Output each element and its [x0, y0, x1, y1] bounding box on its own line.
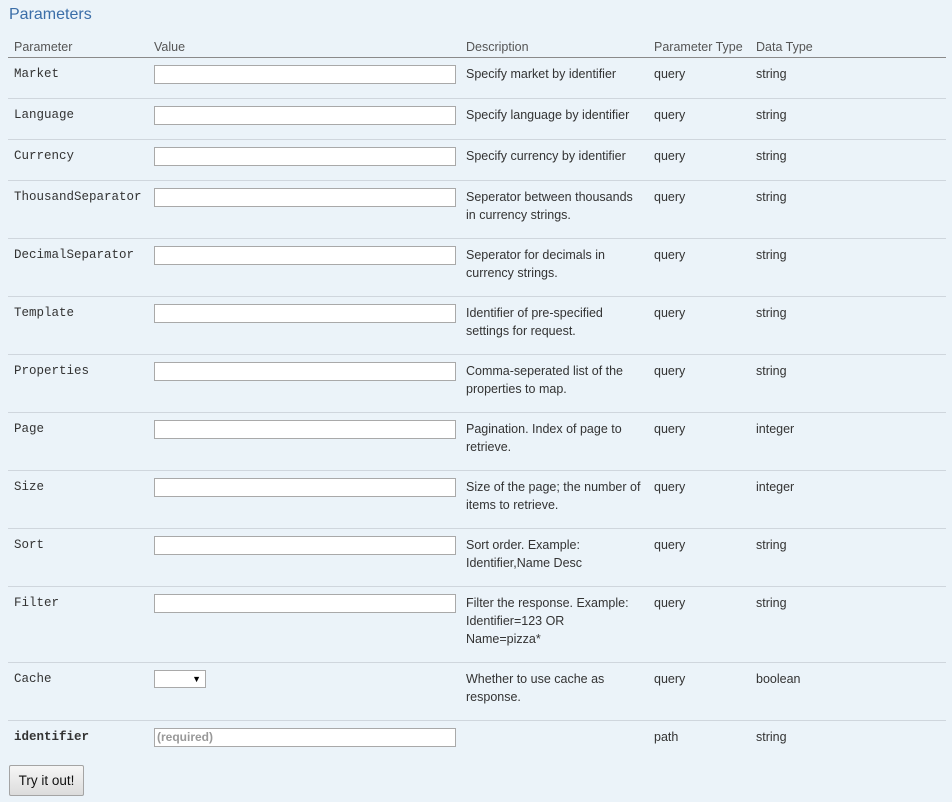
- param-row-page: Page Pagination. Index of page to retrie…: [8, 412, 946, 471]
- param-data-type: string: [750, 98, 946, 140]
- param-name: ThousandSeparator: [8, 180, 148, 239]
- page-input[interactable]: [154, 419, 456, 439]
- param-data-type: string: [750, 296, 946, 355]
- param-description: Specify market by identifier: [460, 57, 648, 99]
- param-row-filter: Filter Filter the response. Example: Ide…: [8, 586, 946, 663]
- identifier-input[interactable]: [154, 727, 456, 747]
- param-name: Properties: [8, 354, 148, 413]
- header-parameter: Parameter: [8, 28, 148, 58]
- param-type: path: [654, 729, 679, 744]
- cache-select[interactable]: ▼: [154, 669, 206, 688]
- properties-input[interactable]: [154, 361, 456, 381]
- param-description: Size of the page; the number of items to…: [460, 470, 648, 529]
- param-type: query: [648, 412, 750, 471]
- param-description: Comma-seperated list of the properties t…: [460, 354, 648, 413]
- param-description: Pagination. Index of page to retrieve.: [460, 412, 648, 471]
- param-row-template: Template Identifier of pre-specified set…: [8, 296, 946, 355]
- param-description: Seperator between thousands in currency …: [460, 180, 648, 239]
- thousand-separator-input[interactable]: [154, 187, 456, 207]
- param-type: query: [648, 139, 750, 181]
- param-row-cache: Cache ▼ Whether to use cache as response…: [8, 662, 946, 721]
- param-name: DecimalSeparator: [8, 238, 148, 297]
- header-data-type: Data Type: [750, 28, 946, 58]
- param-description: Whether to use cache as response.: [460, 662, 648, 721]
- param-name: Filter: [8, 586, 148, 663]
- param-row-properties: Properties Comma-seperated list of the p…: [8, 354, 946, 413]
- param-description: Filter the response. Example: Identifier…: [460, 586, 648, 663]
- param-row-sort: Sort Sort order. Example: Identifier,Nam…: [8, 528, 946, 587]
- param-data-type: string: [750, 586, 946, 663]
- param-row-language: Language Specify language by identifier …: [8, 98, 946, 140]
- param-name: Cache: [8, 662, 148, 721]
- param-type: query: [648, 238, 750, 297]
- param-data-type: string: [750, 238, 946, 297]
- param-description: Specify currency by identifier: [460, 139, 648, 181]
- param-name: Template: [8, 296, 148, 355]
- param-data-type: string: [750, 528, 946, 587]
- param-type: query: [648, 470, 750, 529]
- size-input[interactable]: [154, 477, 456, 497]
- param-type: query: [648, 180, 750, 239]
- language-input[interactable]: [154, 105, 456, 125]
- currency-input[interactable]: [154, 146, 456, 166]
- param-name: Language: [8, 98, 148, 140]
- param-type: query: [648, 354, 750, 413]
- header-value: Value: [148, 28, 460, 58]
- param-data-type: string: [750, 180, 946, 239]
- triangle-down-icon: ▼: [192, 673, 201, 684]
- try-it-out-button[interactable]: Try it out!: [9, 765, 84, 796]
- param-row-currency: Currency Specify currency by identifier …: [8, 139, 946, 181]
- param-data-type: integer: [750, 470, 946, 529]
- param-description: [460, 720, 648, 751]
- table-header-row: Parameter Value Description Parameter Ty…: [8, 28, 946, 58]
- param-row-market: Market Specify market by identifier quer…: [8, 57, 946, 99]
- param-data-type: integer: [750, 412, 946, 471]
- param-description: Seperator for decimals in currency strin…: [460, 238, 648, 297]
- param-name: Page: [8, 412, 148, 471]
- parameters-table: Parameter Value Description Parameter Ty…: [8, 28, 946, 751]
- param-row-decimal-separator: DecimalSeparator Seperator for decimals …: [8, 238, 946, 297]
- template-input[interactable]: [154, 303, 456, 323]
- param-name: Size: [8, 470, 148, 529]
- param-data-type: string: [756, 729, 787, 744]
- param-name: identifier: [14, 729, 90, 744]
- param-data-type: string: [750, 139, 946, 181]
- filter-input[interactable]: [154, 593, 456, 613]
- param-data-type: string: [750, 57, 946, 99]
- param-name: Market: [8, 57, 148, 99]
- param-type: query: [648, 57, 750, 99]
- param-description: Specify language by identifier: [460, 98, 648, 140]
- param-data-type: string: [750, 354, 946, 413]
- header-parameter-type: Parameter Type: [648, 28, 750, 58]
- sort-input[interactable]: [154, 535, 456, 555]
- param-description: Sort order. Example: Identifier,Name Des…: [460, 528, 648, 587]
- market-input[interactable]: [154, 64, 456, 84]
- param-row-thousand-separator: ThousandSeparator Seperator between thou…: [8, 180, 946, 239]
- header-description: Description: [460, 28, 648, 58]
- param-type: query: [648, 586, 750, 663]
- param-type: query: [648, 296, 750, 355]
- param-type: query: [648, 662, 750, 721]
- param-name: Sort: [8, 528, 148, 587]
- param-name: Currency: [8, 139, 148, 181]
- param-row-size: Size Size of the page; the number of ite…: [8, 470, 946, 529]
- param-data-type: boolean: [750, 662, 946, 721]
- decimal-separator-input[interactable]: [154, 245, 456, 265]
- param-type: query: [648, 98, 750, 140]
- param-description: Identifier of pre-specified settings for…: [460, 296, 648, 355]
- parameters-title: Parameters: [9, 6, 92, 23]
- param-type: query: [648, 528, 750, 587]
- param-row-identifier: identifier path string: [8, 720, 946, 751]
